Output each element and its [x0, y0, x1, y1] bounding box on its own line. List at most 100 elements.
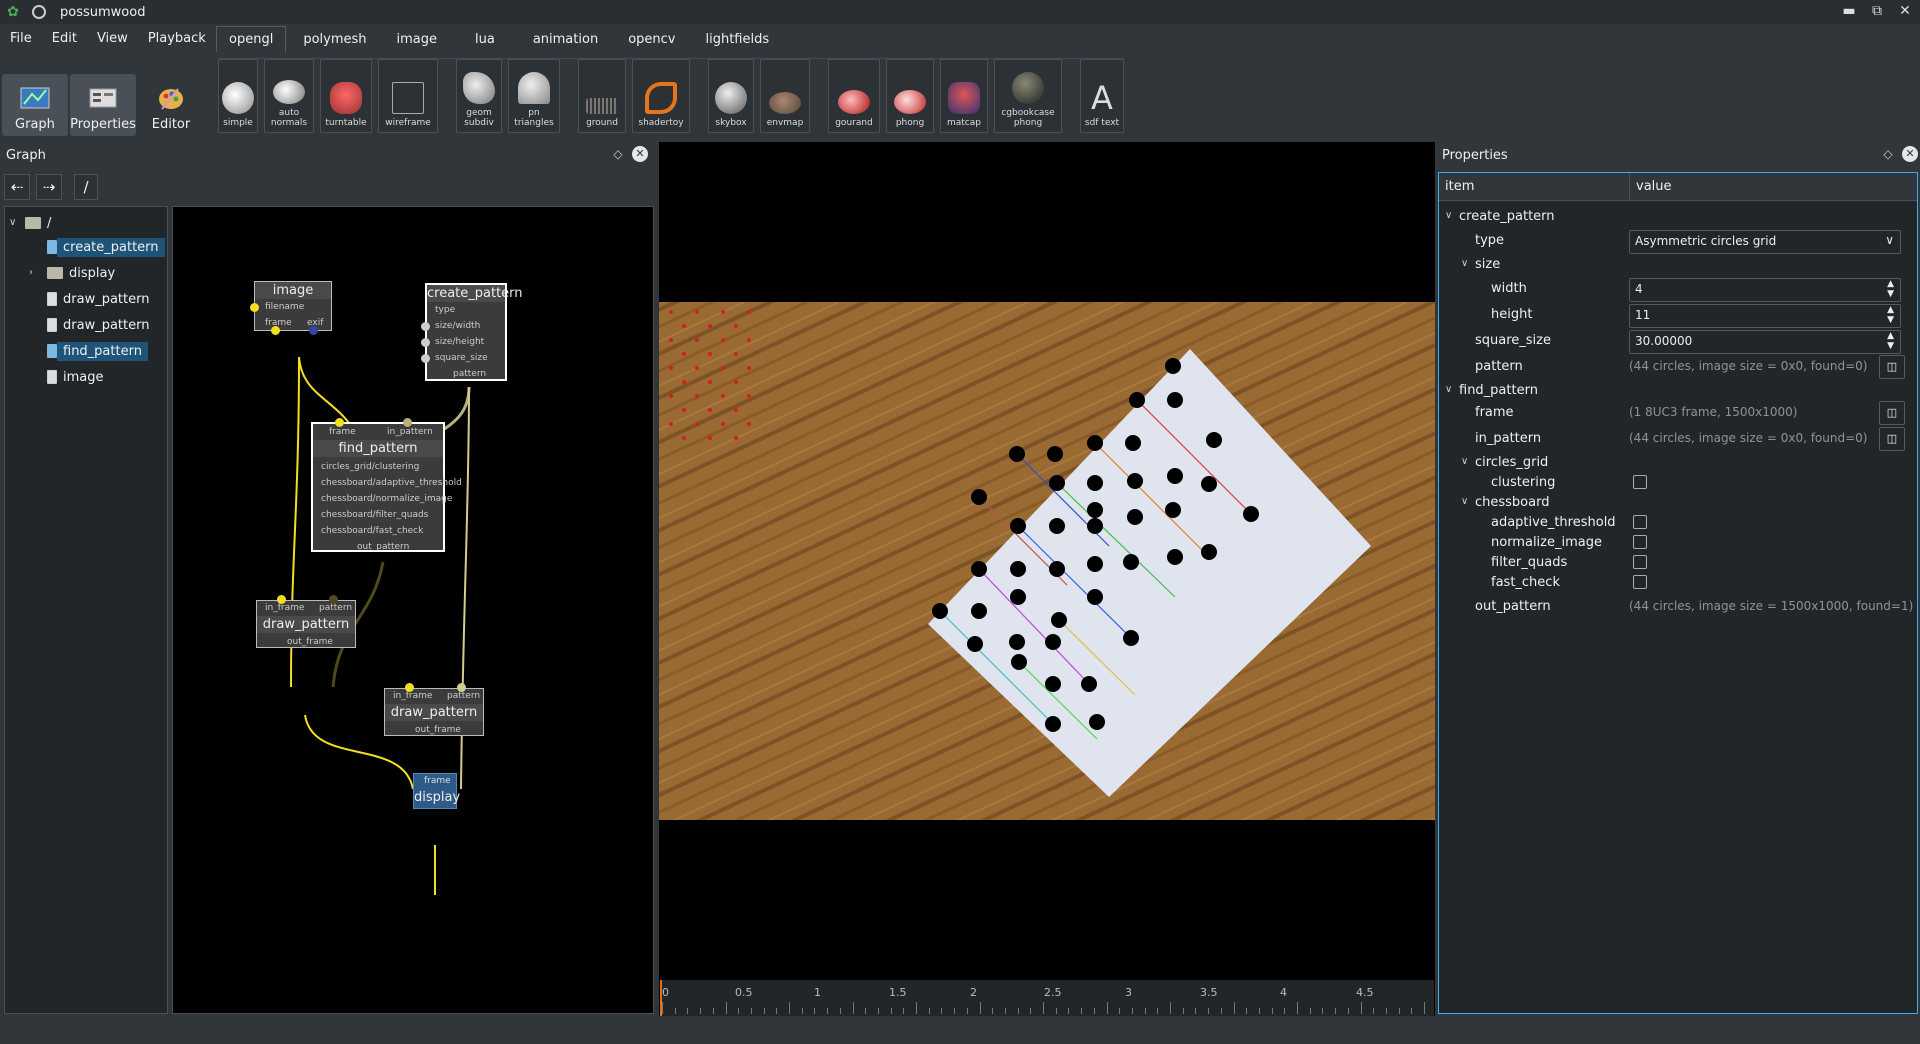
tab-opencv[interactable]: opencv	[615, 26, 688, 52]
editor-button[interactable]: Editor	[138, 74, 204, 136]
tab-image[interactable]: image	[384, 26, 451, 52]
width-spinbox[interactable]: 4 ▲ ▼	[1629, 278, 1901, 302]
shelf-geom-subdiv[interactable]: geom subdiv	[456, 59, 502, 133]
height-spinbox[interactable]: 11 ▲ ▼	[1629, 304, 1901, 328]
tree-item-find-pattern[interactable]: find_pattern	[5, 339, 169, 363]
info-icon[interactable]: ◫	[1879, 355, 1905, 379]
chevron-down-icon[interactable]: ∨	[1445, 384, 1452, 395]
forward-button[interactable]: ⇢	[36, 174, 62, 200]
float-icon[interactable]: ◇	[610, 146, 626, 162]
prop-height[interactable]: height 11 ▲ ▼	[1439, 303, 1917, 328]
prop-frame[interactable]: frame (1 8UC3 frame, 1500x1000) ◫	[1439, 401, 1917, 425]
shelf-simple[interactable]: simple	[218, 59, 258, 133]
menu-playback[interactable]: Playback	[138, 26, 216, 52]
tree-item-draw-pattern[interactable]: draw_pattern	[5, 287, 169, 311]
port-dot[interactable]	[309, 326, 318, 335]
spin-arrows-icon[interactable]: ▲ ▼	[1887, 279, 1894, 299]
shelf-pn-triangles[interactable]: pn triangles	[508, 59, 560, 133]
menu-file[interactable]: File	[0, 26, 42, 52]
pin-icon[interactable]	[32, 5, 46, 19]
tree-item-display[interactable]: › display	[5, 261, 169, 285]
adaptive-threshold-checkbox[interactable]	[1633, 515, 1647, 529]
shelf-matcap[interactable]: matcap	[940, 59, 988, 133]
tab-polymesh[interactable]: polymesh	[290, 26, 379, 52]
normalize-image-checkbox[interactable]	[1633, 535, 1647, 549]
prop-type[interactable]: type Asymmetric circles grid ∨	[1439, 229, 1917, 254]
info-icon[interactable]: ◫	[1879, 401, 1905, 425]
chevron-down-icon[interactable]: ∨	[1461, 496, 1468, 507]
port-dot[interactable]	[405, 683, 414, 692]
minimize-icon[interactable]: ▬	[1840, 2, 1858, 20]
close-icon[interactable]: ✕	[1896, 2, 1914, 20]
shelf-skybox[interactable]: skybox	[708, 59, 754, 133]
tab-opengl[interactable]: opengl	[216, 26, 287, 52]
menu-view[interactable]: View	[87, 26, 138, 52]
tab-animation[interactable]: animation	[520, 26, 611, 52]
fast-check-checkbox[interactable]	[1633, 575, 1647, 589]
menu-edit[interactable]: Edit	[42, 26, 87, 52]
prop-pattern[interactable]: pattern (44 circles, image size = 0x0, fo…	[1439, 355, 1917, 379]
chevron-down-icon[interactable]: ∨	[1461, 456, 1468, 467]
node-draw-pattern-2[interactable]: in_frame pattern draw_pattern out_frame	[384, 683, 484, 736]
tree-item-draw-pattern[interactable]: draw_pattern	[5, 313, 169, 337]
shelf-ground[interactable]: ground	[578, 59, 626, 133]
spin-arrows-icon[interactable]: ▲ ▼	[1887, 305, 1894, 325]
shelf-envmap[interactable]: envmap	[760, 59, 810, 133]
prop-in-pattern[interactable]: in_pattern (44 circles, image size = 0x0,…	[1439, 427, 1917, 451]
port-dot[interactable]	[403, 418, 412, 427]
port-dot[interactable]	[250, 303, 259, 312]
shelf-phong[interactable]: phong	[886, 59, 934, 133]
chevron-right-icon[interactable]: ›	[29, 267, 33, 278]
shelf-cgbookcase-phong[interactable]: cgbookcase phong	[994, 59, 1062, 133]
type-dropdown[interactable]: Asymmetric circles grid ∨	[1629, 230, 1901, 254]
node-find-pattern[interactable]: frame in_pattern find_pattern circles_gr…	[311, 418, 462, 552]
spin-arrows-icon[interactable]: ▲ ▼	[1887, 331, 1894, 351]
opengl-viewport[interactable]	[659, 142, 1435, 1016]
back-button[interactable]: ⇠	[4, 174, 30, 200]
port-dot[interactable]	[335, 418, 344, 427]
tab-lua[interactable]: lua	[454, 26, 516, 52]
port-dot[interactable]	[421, 354, 430, 363]
tree-item-image[interactable]: image	[5, 365, 169, 389]
port-dot[interactable]	[421, 322, 430, 331]
prop-width[interactable]: width 4 ▲ ▼	[1439, 277, 1917, 302]
shelf-shadertoy[interactable]: shadertoy	[632, 59, 690, 133]
properties-button[interactable]: Properties	[70, 74, 136, 136]
shelf-auto-normals[interactable]: auto normals	[264, 59, 314, 133]
close-panel-icon[interactable]: ✕	[1902, 146, 1918, 162]
prop-create-pattern[interactable]: ∨ create_pattern	[1439, 205, 1917, 229]
tab-lightfields[interactable]: lightfields	[692, 26, 782, 52]
node-draw-pattern-1[interactable]: in_frame pattern draw_pattern out_frame	[256, 595, 356, 648]
port-dot[interactable]	[271, 326, 280, 335]
path-button[interactable]: /	[74, 174, 98, 200]
prop-out-pattern[interactable]: out_pattern (44 circles, image size = 150…	[1439, 595, 1917, 619]
tree-item-create-pattern[interactable]: create_pattern	[5, 235, 169, 259]
prop-square-size[interactable]: square_size 30.00000 ▲ ▼	[1439, 329, 1917, 354]
chevron-down-icon[interactable]: ∨	[1445, 210, 1452, 221]
graph-canvas[interactable]: image filename frame exif create_pattern…	[172, 206, 654, 1014]
chevron-down-icon[interactable]: ∨	[1461, 258, 1468, 269]
info-icon[interactable]: ◫	[1879, 427, 1905, 451]
maximize-icon[interactable]: ⧉	[1868, 2, 1886, 20]
node-display[interactable]: frame display	[413, 773, 460, 809]
shelf-gourand[interactable]: gourand	[828, 59, 880, 133]
node-image[interactable]: image filename frame exif	[250, 281, 332, 335]
square-size-spinbox[interactable]: 30.00000 ▲ ▼	[1629, 330, 1901, 354]
tree-item-root[interactable]: ∨ /	[5, 211, 169, 235]
prop-find-pattern[interactable]: ∨ find_pattern	[1439, 379, 1917, 403]
graph-button[interactable]: Graph	[2, 74, 68, 136]
filter-quads-checkbox[interactable]	[1633, 555, 1647, 569]
float-icon[interactable]: ◇	[1880, 146, 1896, 162]
chevron-down-icon[interactable]: ∨	[9, 217, 16, 228]
shelf-wireframe[interactable]: wireframe	[378, 59, 438, 133]
timeline[interactable]: 0 0.5 1 1.5 2 2.5 3 3.5 4 4.5	[660, 980, 1434, 1016]
port-dot[interactable]	[457, 683, 466, 692]
port-dot[interactable]	[277, 595, 286, 604]
node-create-pattern[interactable]: create_pattern type size/width size/heig…	[421, 283, 523, 381]
clustering-checkbox[interactable]	[1633, 475, 1647, 489]
port-dot[interactable]	[329, 595, 338, 604]
close-panel-icon[interactable]: ✕	[632, 146, 648, 162]
prop-fast-check[interactable]: fast_check	[1439, 571, 1917, 595]
prop-size[interactable]: ∨ size	[1439, 253, 1917, 277]
shelf-sdf-text[interactable]: Asdf text	[1080, 59, 1124, 133]
